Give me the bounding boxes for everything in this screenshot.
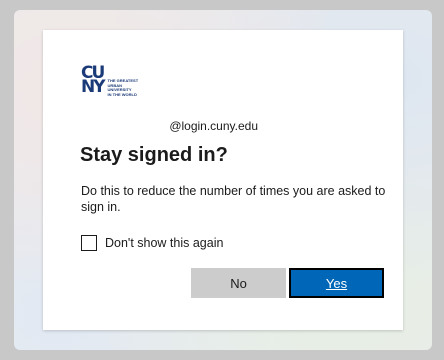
dont-show-again-row[interactable]: Don't show this again	[81, 235, 223, 251]
logo-tagline-line: IN THE WORLD	[107, 91, 137, 97]
cuny-logo-letters: CU NY	[81, 65, 106, 97]
yes-button[interactable]: Yes	[289, 268, 384, 298]
no-button[interactable]: No	[191, 268, 286, 298]
logo-tagline: THE GREATEST URBAN UNIVERSITY IN THE WOR…	[107, 78, 142, 97]
cuny-logo: CU NY THE GREATEST URBAN UNIVERSITY IN T…	[81, 65, 142, 97]
dont-show-again-label[interactable]: Don't show this again	[105, 236, 223, 250]
account-identifier: @login.cuny.edu	[43, 119, 258, 133]
account-email: @login.cuny.edu	[169, 119, 258, 133]
page-title: Stay signed in?	[80, 144, 228, 166]
logo-letters-bottom: NY	[81, 77, 106, 97]
dont-show-again-checkbox[interactable]	[81, 235, 97, 251]
sign-in-dialog: CU NY THE GREATEST URBAN UNIVERSITY IN T…	[43, 30, 403, 330]
dialog-description: Do this to reduce the number of times yo…	[81, 184, 386, 214]
